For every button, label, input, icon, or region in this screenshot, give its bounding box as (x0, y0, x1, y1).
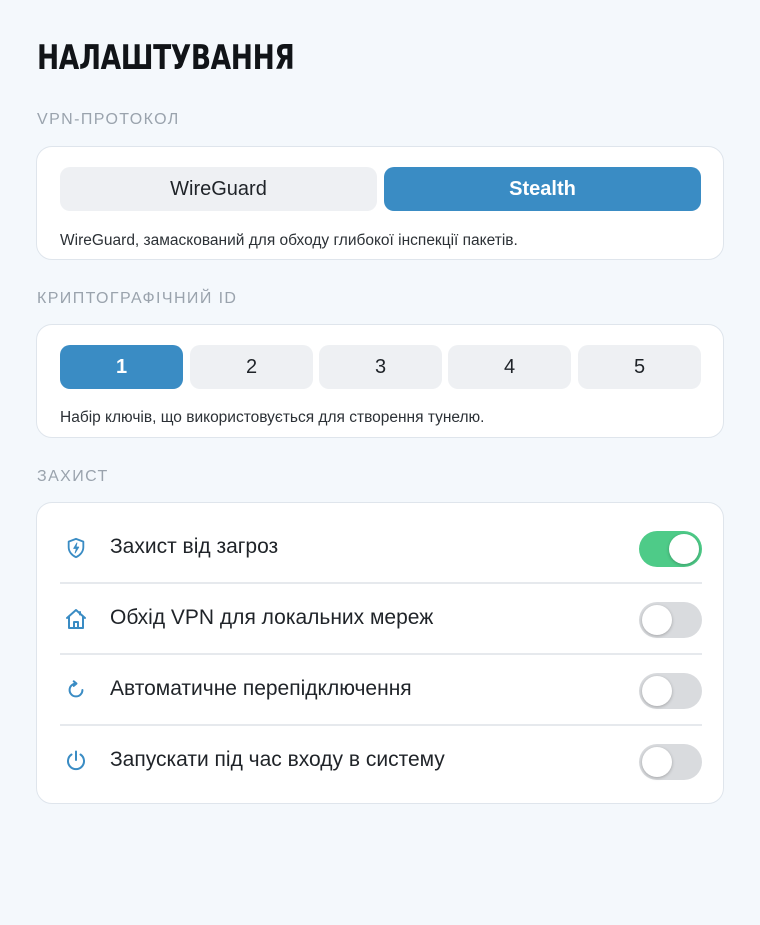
setting-label-auto-reconnect: Автоматичне перепідключення (110, 677, 412, 700)
power-icon (63, 748, 89, 774)
toggle-knob (642, 605, 672, 635)
home-icon (63, 606, 89, 632)
crypto-id-option-4[interactable]: 4 (448, 345, 571, 389)
toggle-threat-protection[interactable] (639, 531, 702, 567)
toggle-knob (642, 676, 672, 706)
toggle-knob (642, 747, 672, 777)
protection-card: Захист від загроз Обхід VPN для локальни… (36, 502, 724, 804)
shield-bolt-icon (63, 535, 89, 561)
protocol-option-stealth[interactable]: Stealth (384, 167, 701, 211)
crypto-id-option-1[interactable]: 1 (60, 345, 183, 389)
toggle-knob (669, 534, 699, 564)
setting-row-threat-protection[interactable]: Захист від загроз (37, 513, 725, 584)
crypto-id-option-5[interactable]: 5 (578, 345, 701, 389)
crypto-id-option-3[interactable]: 3 (319, 345, 442, 389)
toggle-lan-bypass[interactable] (639, 602, 702, 638)
protocol-description: WireGuard, замаскований для обходу глибо… (60, 232, 518, 249)
setting-label-lan-bypass: Обхід VPN для локальних мереж (110, 606, 434, 629)
setting-label-launch-at-login: Запускати під час входу в систему (110, 748, 445, 771)
setting-row-lan-bypass[interactable]: Обхід VPN для локальних мереж (37, 584, 725, 655)
toggle-auto-reconnect[interactable] (639, 673, 702, 709)
page-title: НАЛАШТУВАННЯ (37, 38, 295, 78)
setting-label-threat-protection: Захист від загроз (110, 535, 279, 558)
setting-row-auto-reconnect[interactable]: Автоматичне перепідключення (37, 655, 725, 726)
protocol-option-wireguard[interactable]: WireGuard (60, 167, 377, 211)
section-label-protection: ЗАХИСТ (37, 468, 109, 485)
refresh-icon (63, 677, 89, 703)
section-label-crypto-id: КРИПТОГРАФІЧНИЙ ID (37, 290, 238, 307)
toggle-launch-at-login[interactable] (639, 744, 702, 780)
protocol-card: WireGuard Stealth WireGuard, замасковани… (36, 146, 724, 260)
crypto-id-option-2[interactable]: 2 (190, 345, 313, 389)
setting-row-launch-at-login[interactable]: Запускати під час входу в систему (37, 726, 725, 797)
crypto-id-description: Набір ключів, що використовується для ст… (60, 409, 485, 426)
crypto-id-card: 1 2 3 4 5 Набір ключів, що використовуєт… (36, 324, 724, 438)
section-label-protocol: VPN-ПРОТОКОЛ (37, 111, 180, 128)
